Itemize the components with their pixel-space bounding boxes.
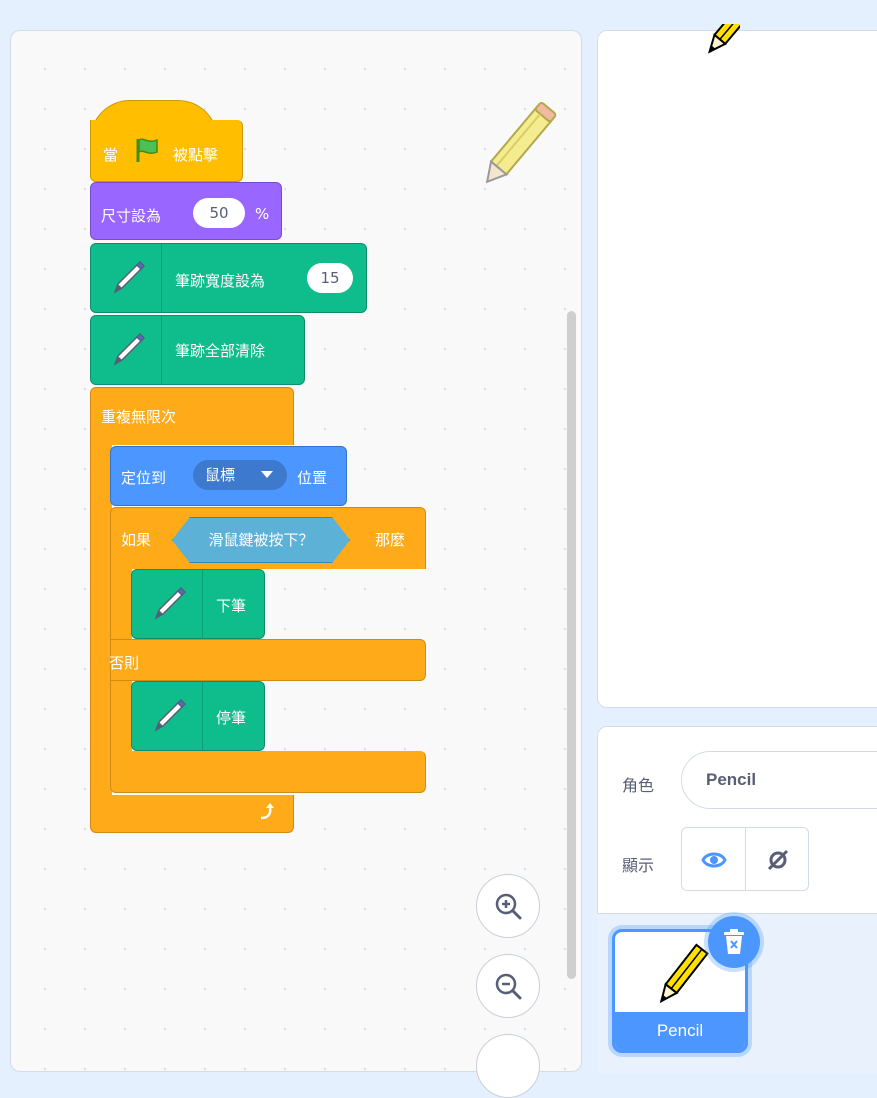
top-bar bbox=[0, 0, 877, 12]
forever-block-arm bbox=[90, 445, 112, 795]
dropdown-arrow-icon bbox=[261, 471, 273, 478]
green-flag-icon bbox=[136, 138, 158, 162]
pen-icon bbox=[113, 332, 146, 366]
pen-icon-container bbox=[132, 570, 203, 638]
block-text: % bbox=[255, 205, 270, 223]
block-text: 筆跡全部清除 bbox=[175, 342, 266, 360]
zoom-out-button[interactable] bbox=[476, 954, 540, 1018]
forever-block[interactable]: 重複無限次 bbox=[90, 387, 294, 445]
go-to-block[interactable]: 定位到 鼠標 位置 bbox=[110, 446, 347, 506]
block-text: 停筆 bbox=[216, 709, 247, 727]
block-text: 否則 bbox=[109, 654, 140, 672]
block-text: 位置 bbox=[297, 469, 328, 487]
block-text: 當 bbox=[103, 146, 119, 164]
block-text: 定位到 bbox=[121, 469, 167, 487]
sprite-name-value: Pencil bbox=[706, 770, 757, 789]
zoom-out-icon bbox=[495, 973, 522, 1000]
loop-arrow-icon bbox=[260, 803, 274, 820]
else-bar: 否則 bbox=[109, 639, 426, 681]
goto-target-dropdown[interactable]: 鼠標 bbox=[193, 460, 287, 490]
eye-icon bbox=[701, 852, 727, 868]
if-else-block-bottom bbox=[110, 751, 426, 793]
set-pen-size-block[interactable]: 筆跡寬度設為 15 bbox=[90, 243, 367, 313]
trash-icon bbox=[724, 929, 744, 954]
pen-clear-block[interactable]: 筆跡全部清除 bbox=[90, 315, 305, 385]
pen-icon-container bbox=[91, 316, 162, 384]
pen-down-block[interactable]: 下筆 bbox=[131, 569, 265, 639]
block-text: 重複無限次 bbox=[101, 408, 177, 426]
hide-sprite-button[interactable] bbox=[746, 828, 809, 890]
sprite-pencil-ghost-icon bbox=[485, 102, 557, 184]
mouse-down-condition[interactable]: 滑鼠鍵被按下？ bbox=[172, 517, 350, 563]
pen-icon bbox=[154, 586, 187, 620]
block-text: 那麼 bbox=[375, 531, 406, 549]
size-input[interactable]: 50 bbox=[193, 198, 245, 228]
sprite-tile-label: Pencil bbox=[615, 1012, 745, 1050]
pencil-sprite-thumbnail-icon bbox=[659, 943, 709, 1004]
block-text: 下筆 bbox=[216, 597, 247, 615]
stage-pencil-sprite-icon bbox=[707, 24, 740, 54]
pen-icon bbox=[154, 698, 187, 732]
sprite-name-field[interactable]: Pencil bbox=[681, 751, 877, 809]
show-label: 顯示 bbox=[622, 856, 655, 875]
visibility-toggle bbox=[681, 827, 809, 891]
pen-icon-container bbox=[132, 682, 203, 750]
eye-slash-icon bbox=[767, 849, 789, 871]
pen-icon-container bbox=[91, 244, 162, 312]
stage[interactable] bbox=[597, 30, 877, 708]
zoom-in-icon bbox=[495, 893, 522, 920]
block-text: 筆跡寬度設為 bbox=[175, 272, 266, 290]
if-block-arm bbox=[110, 569, 132, 639]
pen-icon bbox=[113, 260, 146, 294]
sprite-label: 角色 bbox=[622, 776, 655, 795]
block-text: 尺寸設為 bbox=[101, 207, 162, 225]
else-block-arm bbox=[110, 681, 132, 751]
show-sprite-button[interactable] bbox=[682, 828, 745, 890]
zoom-in-button[interactable] bbox=[476, 874, 540, 938]
pen-size-input[interactable]: 15 bbox=[307, 263, 353, 293]
set-size-block[interactable]: 尺寸設為 50 % bbox=[90, 182, 282, 240]
vertical-scrollbar[interactable] bbox=[567, 311, 576, 979]
zoom-reset-button[interactable] bbox=[476, 1034, 540, 1098]
dropdown-value: 鼠標 bbox=[205, 466, 236, 484]
delete-sprite-button[interactable] bbox=[708, 916, 760, 968]
forever-block-bottom bbox=[90, 795, 294, 833]
block-text: 被點擊 bbox=[173, 146, 219, 164]
pen-up-block[interactable]: 停筆 bbox=[131, 681, 265, 751]
when-flag-clicked-block[interactable]: 當 被點擊 bbox=[90, 120, 243, 182]
block-text: 如果 bbox=[121, 531, 152, 549]
